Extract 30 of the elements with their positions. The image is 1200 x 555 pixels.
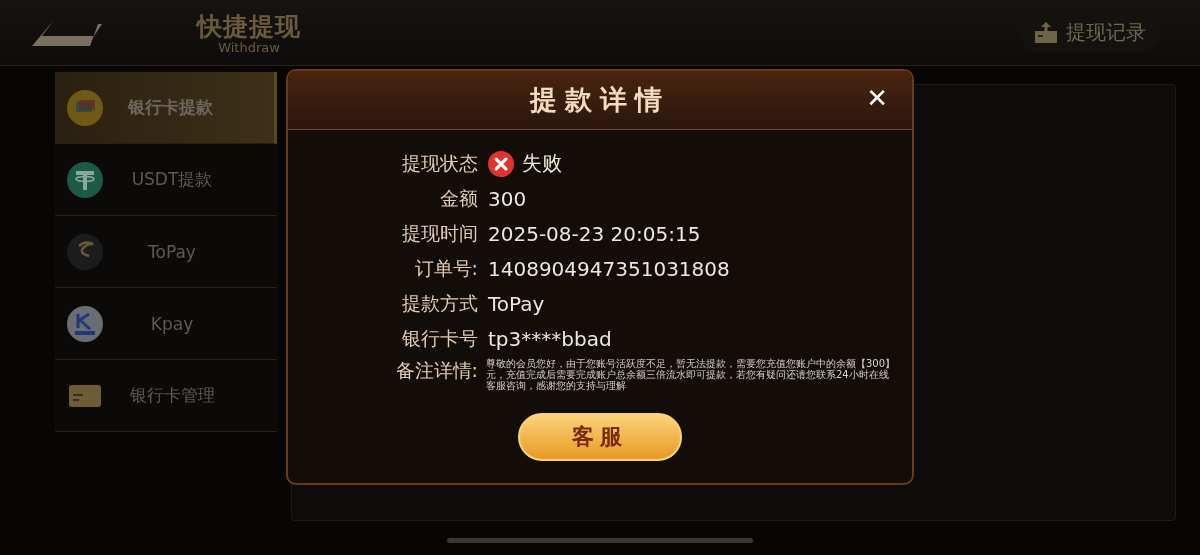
coin-icon	[67, 233, 103, 270]
field-label: 银行卡号	[401, 325, 478, 351]
dialog-title: 提款详情	[530, 83, 670, 117]
failed-icon	[488, 150, 514, 177]
field-label: 提现状态	[401, 150, 478, 176]
field-label: 备注详情:	[394, 358, 478, 383]
coin-icon	[67, 305, 103, 342]
sidebar-item[interactable]: Kpay	[55, 288, 277, 360]
field-label: 提现时间	[401, 220, 478, 246]
field-value: ToPay	[488, 291, 545, 316]
customer-service-button[interactable]: 客服	[518, 413, 682, 461]
field-label: 订单号:	[413, 255, 478, 281]
page-subtitle: Withdraw	[218, 40, 280, 55]
page-title: 快捷提现	[197, 11, 301, 42]
coin-icon	[67, 161, 103, 198]
field-label: 金额	[439, 185, 478, 211]
field-value: tp3****bbad	[488, 326, 612, 351]
close-button[interactable]: ✕	[862, 83, 892, 113]
field-value: 2025-08-23 20:05:15	[488, 221, 701, 246]
field-label: 提款方式	[401, 290, 478, 316]
field-value: 300	[488, 186, 527, 211]
field-value: 1408904947351031808	[488, 256, 730, 281]
box-upload-icon	[1034, 21, 1058, 44]
field-value: 失败	[522, 150, 562, 177]
sidebar-item[interactable]: 银行卡提款	[55, 72, 277, 144]
sidebar-item[interactable]: ToPay	[55, 216, 277, 288]
note-text: 尊敬的会员您好，由于您账号活跃度不足，暂无法提款，需要您充值您账户中的余额【300】元，充值完成后需要完成账户总余额三倍流水即可提款，若您有疑问还请您联系24小时在线客服咨询，感谢您的支持与理解	[486, 358, 896, 391]
sidebar-item[interactable]: 银行卡管理	[55, 360, 277, 432]
coin-icon	[67, 89, 103, 126]
sidebar-item[interactable]: USDT提款	[55, 144, 277, 216]
